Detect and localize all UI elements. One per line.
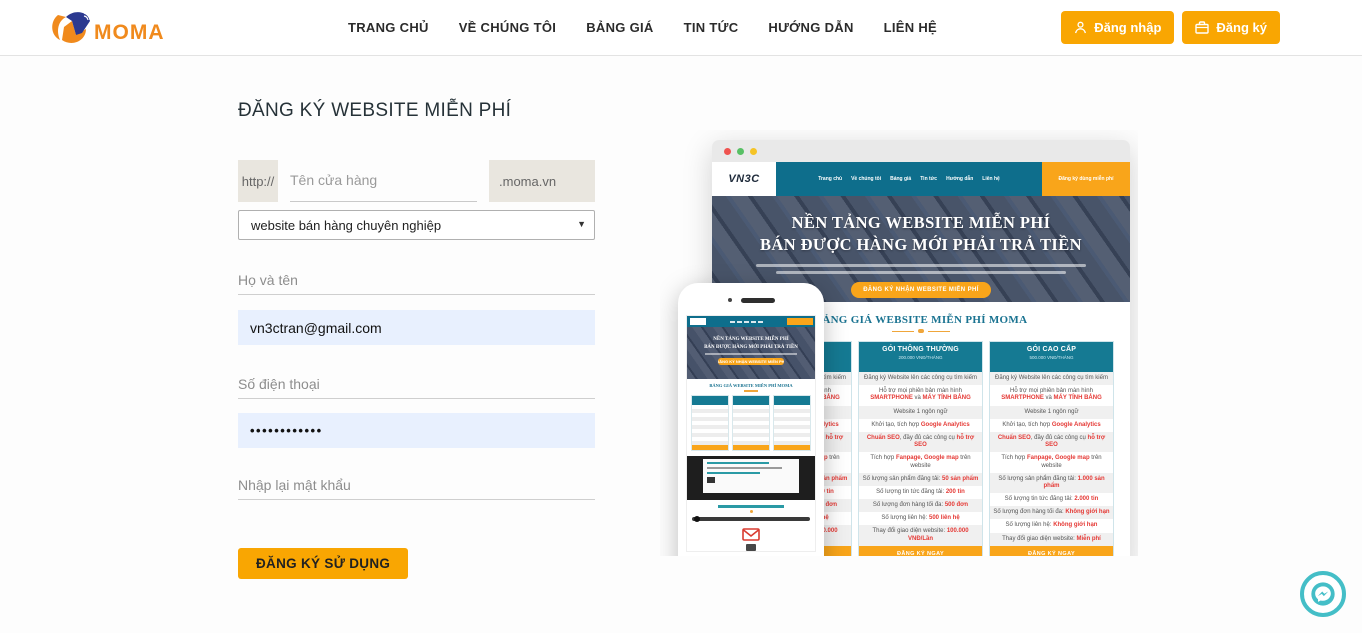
phone-mail-button bbox=[746, 544, 756, 551]
camera-dot bbox=[728, 298, 732, 302]
phone-mockup: NỀN TẢNG WEBSITE MIỄN PHÍ BÁN ĐƯỢC HÀNG … bbox=[678, 283, 824, 556]
window-dot-red bbox=[724, 148, 731, 155]
mock-plan-cta: ĐĂNG KÝ NGAY bbox=[859, 546, 982, 556]
mock-nav-item: Tin tức bbox=[920, 176, 937, 182]
mock-nav-item: Hướng dẫn bbox=[946, 176, 973, 182]
fullname-input[interactable] bbox=[238, 265, 595, 295]
envelope-icon bbox=[742, 528, 760, 541]
website-type-select[interactable]: website bán hàng chuyên nghiệp bbox=[238, 210, 595, 240]
url-suffix: .moma.vn bbox=[489, 160, 595, 202]
login-button[interactable]: Đăng nhập bbox=[1061, 11, 1174, 44]
mock-hero-line2: BÁN ĐƯỢC HÀNG MỚI PHẢI TRẢ TIỀN bbox=[760, 234, 1082, 256]
nav-item-1[interactable]: VỀ CHÚNG TÔI bbox=[459, 20, 557, 35]
mock-hero-subtitle-line bbox=[756, 264, 1086, 267]
mock-site-cta: Đăng ký dùng miễn phí bbox=[1042, 162, 1130, 196]
register-button[interactable]: Đăng ký bbox=[1182, 11, 1280, 44]
phone-pricing-columns bbox=[687, 395, 815, 451]
mock-hero-line1: NỀN TẢNG WEBSITE MIỄN PHÍ bbox=[792, 212, 1051, 234]
submit-button[interactable]: ĐĂNG KÝ SỬ DỤNG bbox=[238, 548, 408, 579]
phone-mock-hero: NỀN TẢNG WEBSITE MIỄN PHÍ BÁN ĐƯỢC HÀNG … bbox=[687, 327, 815, 379]
phone-input[interactable] bbox=[238, 369, 595, 399]
nav-item-4[interactable]: HƯỚNG DẪN bbox=[768, 20, 853, 35]
phone-hero-subtitle-line bbox=[705, 353, 797, 355]
mock-plan-cta: ĐĂNG KÝ NGAY bbox=[990, 546, 1113, 556]
page: MOMA TRANG CHỦ VỀ CHÚNG TÔI BẢNG GIÁ TIN TỨ… bbox=[0, 0, 1362, 633]
messenger-icon bbox=[1309, 580, 1337, 608]
browser-chrome bbox=[712, 140, 1130, 162]
website-preview-graphic: VN3C Trang chủ Về chúng tôi Bảng giá Tin tứ… bbox=[660, 130, 1138, 556]
url-row: http:// .moma.vn bbox=[238, 160, 595, 202]
mock-site-logo: VN3C bbox=[712, 162, 776, 196]
speaker-bar bbox=[741, 298, 775, 303]
confirm-password-input[interactable] bbox=[238, 470, 595, 500]
window-dot-green bbox=[737, 148, 744, 155]
main-nav: TRANG CHỦ VỀ CHÚNG TÔI BẢNG GIÁ TIN TỨC HƯỚN… bbox=[348, 20, 937, 35]
email-input[interactable] bbox=[238, 310, 595, 345]
phone-screen: NỀN TẢNG WEBSITE MIỄN PHÍ BÁN ĐƯỢC HÀNG … bbox=[686, 315, 816, 552]
briefcase-icon bbox=[1195, 21, 1209, 34]
mock-hero-subtitle-line bbox=[776, 271, 1066, 274]
mock-site-header: VN3C Trang chủ Về chúng tôi Bảng giá Tin tứ… bbox=[712, 162, 1130, 196]
registration-form: ĐĂNG KÝ WEBSITE MIỄN PHÍ http:// .moma.v… bbox=[238, 100, 595, 579]
header: MOMA TRANG CHỦ VỀ CHÚNG TÔI BẢNG GIÁ TIN TỨ… bbox=[0, 0, 1362, 56]
phone-hero-line2: BÁN ĐƯỢC HÀNG MỚI PHẢI TRẢ TIỀN bbox=[704, 344, 798, 352]
mock-nav-item: Liên hệ bbox=[982, 176, 1000, 182]
password-input[interactable] bbox=[238, 413, 595, 448]
nav-item-5[interactable]: LIÊN HỆ bbox=[884, 20, 937, 35]
form-title: ĐĂNG KÝ WEBSITE MIỄN PHÍ bbox=[238, 100, 595, 122]
moma-logo-icon bbox=[48, 7, 100, 49]
window-dot-yellow bbox=[750, 148, 757, 155]
login-label: Đăng nhập bbox=[1094, 20, 1161, 35]
website-type-select-wrap: website bán hàng chuyên nghiệp ▼ bbox=[238, 210, 595, 240]
phone-heading-dot bbox=[750, 510, 753, 513]
store-name-input[interactable] bbox=[290, 160, 477, 202]
phone-top bbox=[678, 293, 824, 307]
mock-pricing-plan-2: GÓI CAO CẤP500.000 VNĐ/THÁNGĐăng ký Webs… bbox=[989, 341, 1114, 556]
mock-nav-item: Trang chủ bbox=[818, 176, 842, 182]
nav-item-0[interactable]: TRANG CHỦ bbox=[348, 20, 429, 35]
url-prefix: http:// bbox=[238, 160, 278, 202]
moma-logo[interactable]: MOMA bbox=[48, 7, 178, 49]
nav-item-2[interactable]: BẢNG GIÁ bbox=[586, 20, 653, 35]
register-label: Đăng ký bbox=[1216, 20, 1267, 35]
phone-hero-cta: ĐĂNG KÝ NHẬN WEBSITE MIỄN PHÍ bbox=[718, 358, 784, 365]
phone-video-progress-bar bbox=[692, 517, 810, 521]
phone-pricing-heading: BẢNG GIÁ WEBSITE MIỄN PHÍ MOMA bbox=[687, 383, 815, 388]
header-actions: Đăng nhập Đăng ký bbox=[1061, 11, 1280, 44]
mock-site-nav: Trang chủ Về chúng tôi Bảng giá Tin tức Hướn… bbox=[776, 162, 1042, 196]
logo-text: MOMA bbox=[94, 21, 165, 45]
mock-nav-item: Bảng giá bbox=[890, 176, 911, 182]
phone-section-heading-bar bbox=[718, 505, 784, 508]
nav-item-3[interactable]: TIN TỨC bbox=[684, 20, 739, 35]
messenger-chat-button[interactable] bbox=[1300, 571, 1346, 617]
user-icon bbox=[1074, 21, 1087, 34]
mock-hero-cta: ĐĂNG KÝ NHẬN WEBSITE MIỄN PHÍ bbox=[851, 282, 991, 298]
phone-mail-section bbox=[687, 528, 815, 551]
phone-mock-nav bbox=[687, 316, 815, 327]
phone-heading-ornament bbox=[744, 390, 758, 392]
phone-hero-line1: NỀN TẢNG WEBSITE MIỄN PHÍ bbox=[713, 336, 788, 344]
phone-video-embed bbox=[687, 456, 815, 500]
mock-nav-item: Về chúng tôi bbox=[851, 176, 881, 182]
mock-pricing-plan-1: GÓI THÔNG THƯỜNG200.000 VNĐ/THÁNGĐăng ký… bbox=[858, 341, 983, 556]
